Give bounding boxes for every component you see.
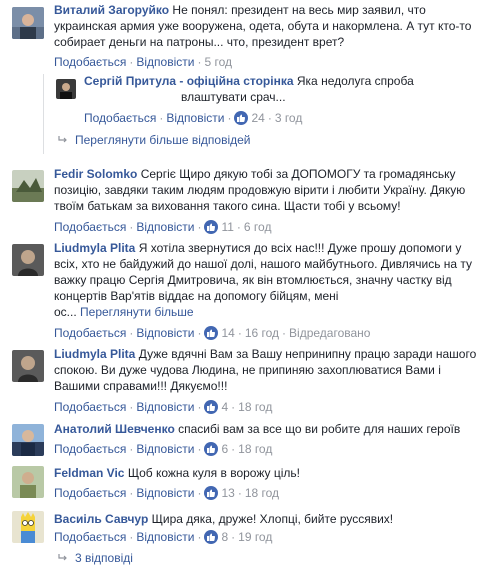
like-count[interactable]: 4 — [221, 400, 228, 414]
comment-time[interactable]: 6 год — [244, 220, 272, 234]
reply-link[interactable]: Відповісти — [166, 111, 224, 125]
comment-body: Васиіль Савчур Щира дяка, друже! Хлопці,… — [54, 511, 499, 527]
avatar[interactable] — [12, 7, 44, 39]
comment-text-line: всіх, хто не байдужий до нашої долі, наш… — [54, 257, 473, 271]
comment-time[interactable]: 18 год — [245, 486, 279, 500]
view-more-replies-label[interactable]: Переглянути більше відповідей — [75, 133, 250, 147]
reply-arrow-icon — [58, 551, 68, 561]
comment-text-line: спокою. Ви дуже чудова Людина, не припин… — [54, 363, 441, 377]
reply-actions: Подобається · Відповісти · 24 · 3 год — [84, 111, 303, 125]
reply-link[interactable]: Відповісти — [136, 400, 194, 414]
comment-actions: Подобається · Відповісти · 6 · 18 год — [54, 442, 273, 456]
reply-arrow-icon — [58, 133, 68, 143]
reply-link[interactable]: Відповісти — [136, 220, 194, 234]
reply-avatar[interactable] — [56, 79, 76, 99]
reply-link[interactable]: Відповісти — [136, 530, 194, 544]
like-thumb-icon — [234, 111, 249, 125]
comment-body: Анатолий Шевченко спасибі вам за все що … — [54, 421, 499, 437]
like-count[interactable]: 24 — [251, 111, 264, 125]
comment-time[interactable]: 19 год — [238, 530, 272, 544]
like-count[interactable]: 13 — [221, 486, 234, 500]
avatar[interactable] — [12, 244, 44, 276]
comment-text-line: концертів Вар'ятів віддає на допомогу бі… — [54, 289, 339, 303]
view-more-replies-link[interactable]: Переглянути більше відповідей — [58, 132, 250, 148]
comment-time[interactable]: 16 год — [245, 326, 279, 340]
reply-link[interactable]: Відповісти — [136, 442, 194, 456]
like-thumb-icon — [204, 530, 219, 544]
avatar[interactable] — [12, 424, 44, 456]
comment-actions: Подобається · Відповісти · 4 · 18 год — [54, 400, 273, 414]
like-count[interactable]: 8 — [221, 530, 228, 544]
comment-time[interactable]: 5 год — [204, 55, 232, 69]
comment-body: Feldman Vic Щоб кожна куля в ворожу ціль… — [54, 465, 499, 481]
comment-actions: Подобається · Відповісти · 11 · 6 год — [54, 220, 272, 234]
reply-author[interactable]: Сергій Притула - офіційна сторінка — [84, 74, 294, 88]
like-count[interactable]: 14 — [221, 326, 234, 340]
comment-actions: Подобається · Відповісти · 14 · 16 год · Відреда… — [54, 326, 371, 340]
like-count[interactable]: 11 — [221, 220, 233, 234]
comment-text-line: Щоб кожна куля в ворожу ціль! — [127, 466, 300, 480]
like-thumb-icon — [204, 220, 219, 234]
like-link[interactable]: Подобається — [54, 486, 126, 500]
like-link[interactable]: Подобається — [54, 442, 126, 456]
comment-author[interactable]: Feldman Vic — [54, 466, 124, 480]
comment-text-line: Я хотіла звернутися до всіх нас!!! Дуже … — [138, 241, 462, 255]
like-link[interactable]: Подобається — [54, 326, 126, 340]
avatar[interactable] — [12, 350, 44, 382]
comment-author[interactable]: Анатолий Шевченко — [54, 422, 175, 436]
avatar[interactable] — [12, 170, 44, 202]
comment-body: Liudmyla Plita Дуже вдячні Вам за Вашу н… — [54, 346, 499, 394]
comment-actions: Подобається · Відповісти · 8 · 19 год — [54, 530, 273, 544]
like-link[interactable]: Подобається — [54, 55, 126, 69]
reply-text-line: Яка недолуга спроба — [296, 74, 414, 88]
comment-body: Fedir Solomko Сергіє Щиро дякую тобі за … — [54, 166, 499, 214]
replies-count-label[interactable]: 3 відповіді — [75, 551, 133, 565]
comment-text-line: Не понял: президент на весь мир заявил, … — [172, 3, 426, 17]
comment-body: Виталий Загоруйко Не понял: президент на… — [54, 2, 499, 50]
reply-link[interactable]: Відповісти — [136, 326, 194, 340]
like-link[interactable]: Подобається — [54, 400, 126, 414]
avatar[interactable] — [12, 466, 44, 498]
like-thumb-icon — [204, 400, 219, 414]
comment-text-line: Щира дяка, друже! Хлопці, бийте руссявих… — [151, 512, 394, 526]
comment-text-line: украинская армия уже вооружена, одета, о… — [54, 19, 472, 33]
comment-text-line: твоїм батькам за виховання такого сина. … — [54, 199, 401, 213]
comment-text-line: Дуже вдячні Вам за Вашу непринипну працю… — [138, 347, 477, 361]
see-more-link[interactable]: Переглянути більше — [80, 305, 194, 319]
comment-author[interactable]: Васиіль Савчур — [54, 512, 148, 526]
comment-text-line: ос... — [54, 305, 77, 319]
comment-author[interactable]: Fedir Solomko — [54, 167, 137, 181]
comment-author[interactable]: Liudmyla Plita — [54, 347, 135, 361]
reply-link[interactable]: Відповісти — [136, 55, 194, 69]
reply-body: Сергій Притула - офіційна сторінка Яка н… — [84, 73, 499, 105]
comment-text-line: позицію, завдяки таким людям продовжую в… — [54, 183, 466, 197]
edited-label[interactable]: Відредаговано — [289, 326, 370, 340]
avatar[interactable] — [12, 511, 44, 543]
comment-text-line: Сергіє Щиро дякую тобі за ДОПОМОГУ та гр… — [140, 167, 456, 181]
reply-link[interactable]: Відповісти — [136, 486, 194, 500]
comment-time[interactable]: 18 год — [238, 442, 272, 456]
comment-text-line: спасибі вам за все що ви робите для наши… — [178, 422, 461, 436]
like-thumb-icon — [204, 442, 219, 456]
like-thumb-icon — [204, 326, 219, 340]
like-link[interactable]: Подобається — [84, 111, 156, 125]
reply-text-line: влаштувати срач... — [181, 90, 286, 104]
like-thumb-icon — [204, 486, 219, 500]
comment-author[interactable]: Виталий Загоруйко — [54, 3, 169, 17]
comment-time[interactable]: 18 год — [238, 400, 272, 414]
comment-actions: Подобається · Відповісти · 5 год — [54, 55, 232, 69]
comment-text-line: важку працю Сергія Дмитровича, як він вт… — [54, 273, 452, 287]
like-link[interactable]: Подобається — [54, 530, 126, 544]
replies-count-link[interactable]: 3 відповіді — [58, 550, 133, 566]
comment-actions: Подобається · Відповісти · 13 · 18 год — [54, 486, 280, 500]
comment-text-line: Вашими справами!!! Дякуємо!!! — [54, 379, 228, 393]
like-count[interactable]: 6 — [221, 442, 228, 456]
like-link[interactable]: Подобається — [54, 220, 126, 234]
reply-thread-line — [43, 74, 44, 154]
comment-text-line: собирает деньги на патроны... что, прези… — [54, 35, 345, 49]
reply-time[interactable]: 3 год — [275, 111, 303, 125]
comment-body: Liudmyla Plita Я хотіла звернутися до вс… — [54, 240, 499, 320]
comment-author[interactable]: Liudmyla Plita — [54, 241, 135, 255]
